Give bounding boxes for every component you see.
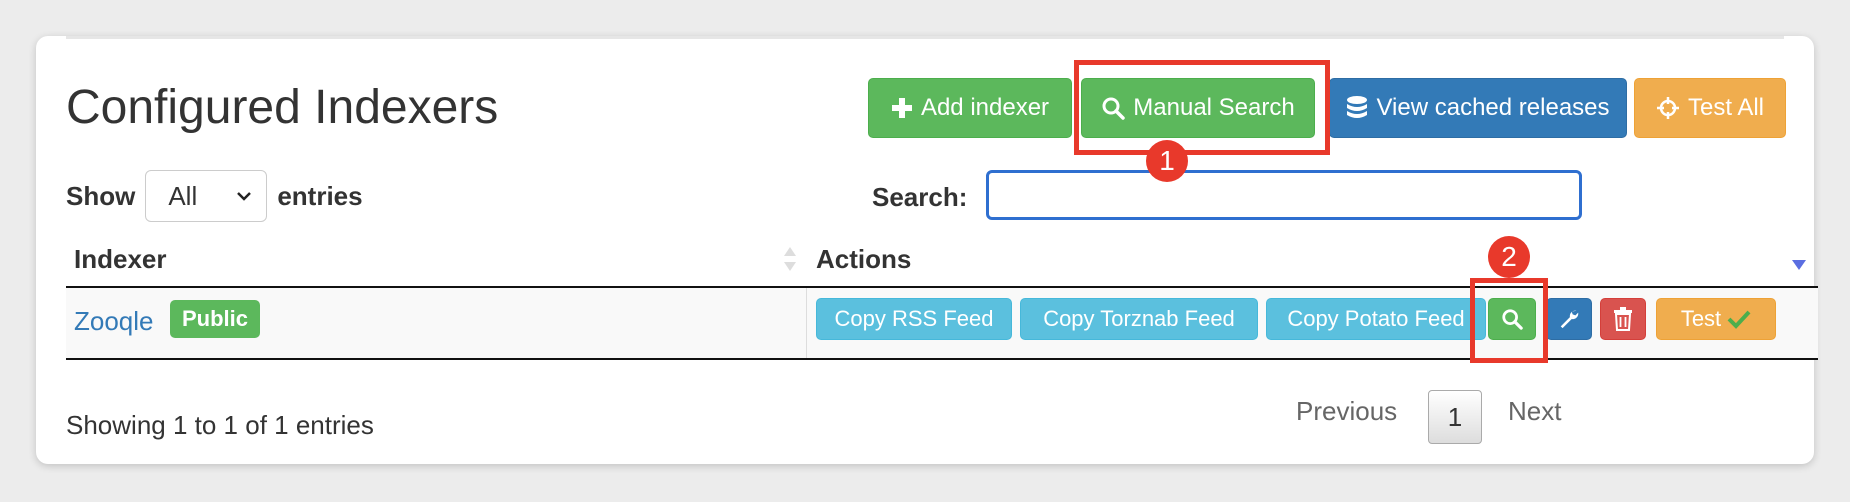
entries-select[interactable]: All (145, 170, 268, 222)
copy-torznab-feed-label: Copy Torznab Feed (1043, 306, 1235, 331)
page-1-button[interactable]: 1 (1428, 390, 1482, 444)
configure-button[interactable] (1546, 298, 1592, 340)
add-indexer-button[interactable]: Add indexer (868, 78, 1072, 138)
view-cached-releases-button[interactable]: View cached releases (1329, 78, 1627, 138)
test-button[interactable]: Test (1656, 298, 1776, 340)
sort-desc-icon[interactable] (1790, 258, 1808, 272)
copy-potato-feed-button[interactable]: Copy Potato Feed (1266, 298, 1486, 340)
test-all-label: Test All (1687, 94, 1765, 121)
search-input[interactable] (986, 170, 1582, 220)
panel-top-border (66, 36, 1784, 39)
column-header-indexer[interactable]: Indexer (74, 244, 167, 275)
crosshairs-icon (1656, 97, 1679, 119)
plus-icon (891, 98, 912, 118)
page-title: Configured Indexers (66, 81, 499, 134)
trash-icon (1614, 307, 1632, 331)
search-label: Search: (872, 182, 968, 212)
length-control: Show All entries (66, 170, 363, 222)
copy-rss-feed-label: Copy RSS Feed (834, 306, 994, 331)
public-badge: Public (170, 300, 261, 338)
database-icon (1347, 96, 1368, 118)
table-bottom-border (66, 358, 1818, 360)
step-badge-1: 1 (1146, 140, 1188, 182)
sort-both-icon[interactable] (782, 244, 798, 274)
show-label: Show (66, 180, 136, 211)
copy-torznab-feed-button[interactable]: Copy Torznab Feed (1020, 298, 1258, 340)
indexer-link[interactable]: Zooqle (74, 306, 154, 337)
delete-button[interactable] (1600, 298, 1646, 340)
wrench-icon (1560, 310, 1579, 329)
table-info: Showing 1 to 1 of 1 entries (66, 410, 374, 440)
column-header-actions[interactable]: Actions (816, 244, 911, 275)
step-badge-2: 2 (1488, 236, 1530, 278)
copy-potato-feed-label: Copy Potato Feed (1287, 306, 1465, 331)
add-indexer-label: Add indexer (920, 94, 1050, 121)
indexers-panel: Configured Indexers Add indexer Manual S… (36, 36, 1818, 464)
entries-select-value: All (168, 180, 198, 211)
view-cached-releases-label: View cached releases (1376, 94, 1610, 121)
previous-page-button[interactable]: Previous (1296, 396, 1397, 427)
test-all-button[interactable]: Test All (1634, 78, 1786, 138)
highlight-box-1 (1074, 60, 1330, 155)
checkmark-icon (1727, 310, 1751, 329)
entries-label: entries (277, 180, 363, 211)
test-label: Test (1680, 306, 1722, 331)
highlight-box-2 (1470, 278, 1548, 363)
column-separator (806, 288, 807, 358)
next-page-button[interactable]: Next (1508, 396, 1561, 427)
chevron-down-icon (237, 192, 252, 201)
copy-rss-feed-button[interactable]: Copy RSS Feed (816, 298, 1012, 340)
